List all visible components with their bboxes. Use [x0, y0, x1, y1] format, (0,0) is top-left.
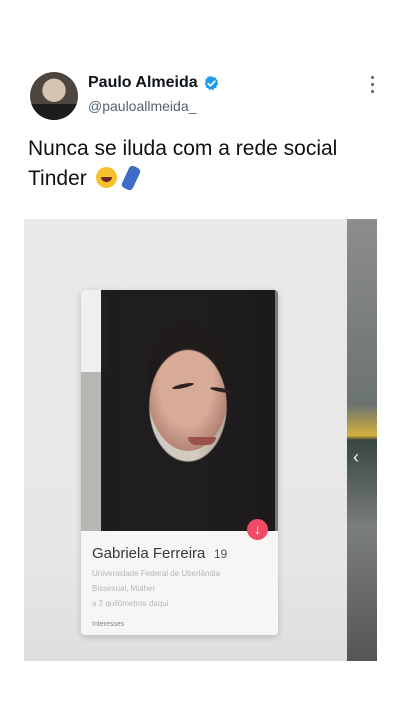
author-handle[interactable]: @pauloallmeida_	[88, 98, 220, 114]
author-avatar[interactable]	[30, 72, 78, 120]
tweet-body: Nunca se iluda com a rede social Tinder	[28, 137, 338, 190]
laughing-face-icon	[95, 167, 117, 188]
tweet-text: Nunca se iluda com a rede social Tinder	[28, 134, 373, 194]
tweet-media[interactable]: ‹ ↓ Gabriela Ferreira 19 Universidade Fe…	[24, 219, 377, 661]
profile-distance: a 2 quilômetros daqui	[92, 599, 169, 608]
interests-label: Interesses	[92, 621, 125, 628]
tweet-author: Paulo Almeida @pauloallmeida_	[88, 74, 220, 114]
profile-info: Gabriela Ferreira 19 Universidade Federa…	[92, 545, 270, 608]
profile-orientation: Bissexual, Mulher	[92, 584, 156, 593]
phone-icon	[120, 164, 142, 192]
author-name[interactable]: Paulo Almeida	[88, 74, 198, 92]
avatar-shoulders	[30, 104, 78, 120]
background-screen-edge: ‹	[347, 219, 377, 661]
arrow-down-icon[interactable]: ↓	[247, 519, 268, 540]
more-options-icon[interactable]	[370, 76, 374, 94]
profile-university: Universidade Federal de Uberlândia	[92, 569, 221, 578]
profile-name: Gabriela Ferreira	[92, 545, 206, 562]
profile-age: 19	[213, 547, 228, 561]
mouth	[188, 437, 216, 445]
tinder-profile-card: ↓ Gabriela Ferreira 19 Universidade Fede…	[81, 290, 278, 635]
profile-photo	[81, 290, 278, 531]
verified-badge-icon	[204, 75, 218, 90]
left-chevron-icon: ‹	[353, 447, 359, 467]
hair	[101, 290, 275, 531]
